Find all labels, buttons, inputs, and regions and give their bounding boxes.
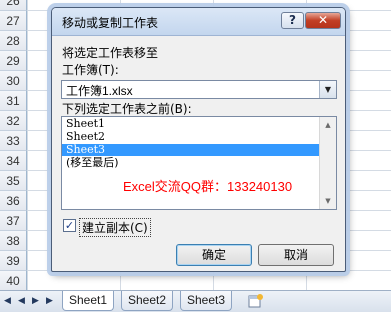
qq-group-watermark: Excel交流QQ群：133240130 (123, 179, 293, 194)
row-header[interactable]: 27 (0, 11, 27, 31)
sheet-tab-bar: ◀ ◀ ▶ ▶ Sheet1 Sheet2 Sheet3 (0, 290, 391, 312)
sheet-tab-sheet1[interactable]: Sheet1 (62, 291, 115, 311)
row-header[interactable]: 32 (0, 111, 27, 131)
row-header[interactable]: 31 (0, 91, 27, 111)
dialog-title: 移动或复制工作表 (62, 16, 159, 30)
list-item-sheet3[interactable]: Sheet3 (62, 144, 319, 156)
list-item-sheet2[interactable]: Sheet2 (62, 131, 319, 143)
row-header[interactable]: 40 (0, 271, 27, 291)
workbook-select-value: 工作簿1.xlsx (66, 84, 133, 98)
workbook-select[interactable]: 工作簿1.xlsx ▼ (61, 80, 337, 99)
workbook-label: 工作簿(T): (62, 63, 119, 77)
dialog-titlebar[interactable]: 移动或复制工作表 ? ✕ (52, 8, 345, 36)
row-header[interactable]: 34 (0, 151, 27, 171)
create-copy-label[interactable]: 建立副本(C) (79, 218, 151, 237)
row-header[interactable]: 33 (0, 131, 27, 151)
move-to-label: 将选定工作表移至 (62, 46, 159, 60)
help-button[interactable]: ? (281, 12, 304, 29)
insert-worksheet-icon[interactable] (247, 293, 265, 309)
cancel-button[interactable]: 取消 (258, 244, 334, 266)
row-header[interactable]: 28 (0, 31, 27, 51)
checkmark-icon: ✓ (64, 219, 75, 232)
row-header[interactable]: 26 (0, 0, 27, 11)
row-header[interactable]: 30 (0, 71, 27, 91)
sheet-tab-sheet3[interactable]: Sheet3 (180, 291, 233, 311)
list-scrollbar[interactable]: ▲ ▼ (319, 117, 336, 209)
next-sheet-icon[interactable]: ▶ (30, 295, 41, 307)
row-header[interactable]: 37 (0, 211, 27, 231)
create-copy-checkbox[interactable]: ✓ (63, 219, 76, 232)
last-sheet-icon[interactable]: ▶ (44, 295, 55, 307)
previous-sheet-icon[interactable]: ◀ (16, 295, 27, 307)
close-icon[interactable]: ✕ (305, 12, 341, 29)
before-sheet-list[interactable]: Sheet1 Sheet2 Sheet3 (移至最后) ▲ ▼ (61, 116, 337, 210)
chevron-down-icon[interactable]: ▼ (319, 81, 336, 98)
row-header[interactable]: 38 (0, 231, 27, 251)
list-item-sheet1[interactable]: Sheet1 (62, 118, 319, 130)
ok-button[interactable]: 确定 (176, 244, 252, 266)
before-sheet-label: 下列选定工作表之前(B): (62, 102, 192, 116)
row-header[interactable]: 39 (0, 251, 27, 271)
sheet-tab-sheet2[interactable]: Sheet2 (121, 291, 174, 311)
scroll-down-icon[interactable]: ▼ (320, 193, 336, 209)
column-border (27, 0, 28, 290)
row-header[interactable]: 36 (0, 191, 27, 211)
row-header[interactable]: 29 (0, 51, 27, 71)
row-header[interactable]: 35 (0, 171, 27, 191)
list-item-move-to-end[interactable]: (移至最后) (62, 157, 319, 169)
first-sheet-icon[interactable]: ◀ (2, 295, 13, 307)
scroll-up-icon[interactable]: ▲ (320, 117, 336, 133)
move-or-copy-dialog: 移动或复制工作表 ? ✕ 将选定工作表移至 工作簿(T): 工作簿1.xlsx … (51, 7, 346, 272)
